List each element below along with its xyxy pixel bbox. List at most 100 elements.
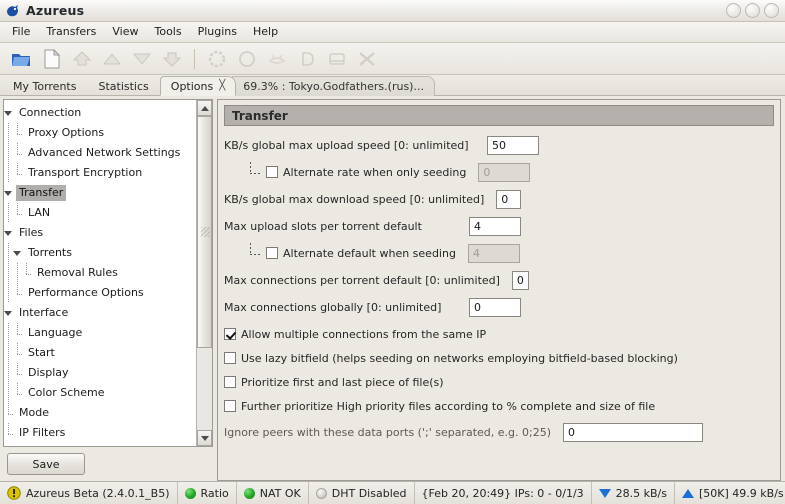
host-icon[interactable] bbox=[325, 47, 349, 71]
tree-item-language[interactable]: Language bbox=[4, 322, 196, 343]
field-alt-slots-default: Alternate default when seeding 4 bbox=[224, 243, 774, 263]
window-controls bbox=[726, 3, 779, 18]
move-down-icon[interactable] bbox=[130, 47, 154, 71]
field-max-upload-slots: Max upload slots per torrent default 4 bbox=[224, 216, 774, 236]
scrollbar-track[interactable] bbox=[197, 116, 212, 430]
field-max-connections-torrent: Max connections per torrent default [0: … bbox=[224, 270, 774, 290]
chevron-down-icon[interactable] bbox=[4, 189, 13, 198]
tree-scrollbar[interactable] bbox=[196, 100, 212, 446]
title-bar: Azureus bbox=[0, 0, 785, 22]
tree-item-label: Display bbox=[28, 366, 69, 379]
status-dht[interactable]: DHT Disabled bbox=[309, 482, 415, 504]
toolbar bbox=[0, 43, 785, 75]
tab-my-torrents[interactable]: My Torrents bbox=[2, 76, 87, 96]
publish-icon[interactable] bbox=[355, 47, 379, 71]
tree-item-label: Plugins bbox=[16, 445, 61, 446]
option-label: Further prioritize High priority files a… bbox=[241, 399, 656, 413]
scroll-down-icon[interactable] bbox=[197, 430, 212, 446]
minimize-button[interactable] bbox=[726, 3, 741, 18]
close-button[interactable] bbox=[764, 3, 779, 18]
max-upload-slots-input[interactable]: 4 bbox=[469, 216, 521, 236]
tree-elbow-icon bbox=[4, 422, 14, 438]
run-icon[interactable] bbox=[205, 47, 229, 71]
tree-item-mode[interactable]: Mode bbox=[4, 402, 196, 423]
tree-item-proxy-options[interactable]: Proxy Options bbox=[4, 122, 196, 143]
chevron-down-icon[interactable] bbox=[4, 109, 13, 118]
further-prioritize-checkbox[interactable] bbox=[224, 400, 236, 412]
alt-upload-rate-checkbox[interactable] bbox=[266, 166, 278, 178]
tree-item-label: Mode bbox=[19, 406, 49, 419]
move-top-icon[interactable] bbox=[70, 47, 94, 71]
tree-item-display[interactable]: Display bbox=[4, 362, 196, 383]
tree-item-start[interactable]: Start bbox=[4, 342, 196, 363]
menu-tools[interactable]: Tools bbox=[147, 23, 190, 41]
tree-item-performance-options[interactable]: Performance Options bbox=[4, 282, 196, 303]
new-torrent-icon[interactable] bbox=[40, 47, 64, 71]
max-connections-global-input[interactable]: 0 bbox=[469, 297, 521, 317]
status-ips: {Feb 20, 20:49} IPs: 0 - 0/1/3 bbox=[415, 482, 592, 504]
close-tab-icon[interactable]: ╳ bbox=[219, 81, 225, 91]
option-prioritize-first-last[interactable]: Prioritize first and last piece of file(… bbox=[224, 372, 774, 392]
save-button[interactable]: Save bbox=[7, 453, 85, 475]
chevron-down-icon[interactable] bbox=[4, 229, 13, 238]
option-allow-multiple-connections[interactable]: Allow multiple connections from the same… bbox=[224, 324, 774, 344]
chevron-down-icon[interactable] bbox=[4, 309, 13, 318]
tree-item-removal-rules[interactable]: Removal Rules bbox=[4, 262, 196, 283]
move-up-icon[interactable] bbox=[100, 47, 124, 71]
maximize-button[interactable] bbox=[745, 3, 760, 18]
option-lazy-bitfield[interactable]: Use lazy bitfield (helps seeding on netw… bbox=[224, 348, 774, 368]
tab-label: Statistics bbox=[98, 80, 149, 93]
menu-help[interactable]: Help bbox=[245, 23, 286, 41]
tree-item-plugins[interactable]: Plugins bbox=[4, 443, 196, 446]
status-ratio[interactable]: Ratio bbox=[178, 482, 237, 504]
tree-item-torrents[interactable]: Torrents bbox=[4, 243, 196, 263]
status-upload-rate[interactable]: [50K] 49.9 kB/s bbox=[675, 482, 785, 504]
tab-options[interactable]: Options ╳ bbox=[159, 76, 237, 96]
menu-plugins[interactable]: Plugins bbox=[190, 23, 245, 41]
main-body: Connection Proxy Options Advanced Network … bbox=[0, 96, 785, 481]
tree-item-color-scheme[interactable]: Color Scheme bbox=[4, 382, 196, 403]
tab-torrent-progress[interactable]: 69.3% : Tokyo.Godfathers.(rus)... bbox=[232, 76, 435, 96]
options-tree[interactable]: Connection Proxy Options Advanced Network … bbox=[4, 100, 196, 446]
tree-item-files[interactable]: Files bbox=[4, 223, 196, 243]
scrollbar-thumb[interactable] bbox=[197, 116, 212, 349]
max-download-speed-input[interactable]: 0 bbox=[496, 189, 521, 209]
tree-item-advanced-network-settings[interactable]: Advanced Network Settings bbox=[4, 142, 196, 163]
status-download-rate[interactable]: 28.5 kB/s bbox=[592, 482, 675, 504]
nat-label: NAT OK bbox=[259, 486, 301, 500]
tree-elbow-icon bbox=[248, 162, 262, 179]
tree-item-lan[interactable]: LAN bbox=[4, 202, 196, 223]
allow-multiple-connections-checkbox[interactable] bbox=[224, 328, 236, 340]
status-nat[interactable]: NAT OK bbox=[237, 482, 309, 504]
open-torrent-icon[interactable] bbox=[10, 47, 34, 71]
tree-item-interface[interactable]: Interface bbox=[4, 303, 196, 323]
alt-slots-checkbox[interactable] bbox=[266, 247, 278, 259]
option-further-prioritize[interactable]: Further prioritize High priority files a… bbox=[224, 396, 774, 416]
option-label: Use lazy bitfield (helps seeding on netw… bbox=[241, 351, 678, 365]
remove-icon[interactable] bbox=[265, 47, 289, 71]
tree-item-ip-filters[interactable]: IP Filters bbox=[4, 422, 196, 443]
chevron-down-icon[interactable] bbox=[13, 249, 22, 258]
menu-bar: File Transfers View Tools Plugins Help bbox=[0, 22, 785, 43]
menu-transfers[interactable]: Transfers bbox=[38, 23, 104, 41]
max-upload-speed-input[interactable]: 50 bbox=[487, 135, 539, 155]
scroll-up-icon[interactable] bbox=[197, 100, 212, 116]
start-icon[interactable] bbox=[295, 47, 319, 71]
menu-view[interactable]: View bbox=[104, 23, 146, 41]
tree-item-label: Files bbox=[19, 226, 44, 239]
menu-file[interactable]: File bbox=[4, 23, 38, 41]
prioritize-first-last-checkbox[interactable] bbox=[224, 376, 236, 388]
field-max-upload-speed: KB/s global max upload speed [0: unlimit… bbox=[224, 135, 774, 155]
stop-icon[interactable] bbox=[235, 47, 259, 71]
tree-item-connection[interactable]: Connection bbox=[4, 103, 196, 123]
tree-item-label: Proxy Options bbox=[28, 126, 105, 139]
lazy-bitfield-checkbox[interactable] bbox=[224, 352, 236, 364]
dht-status-icon bbox=[315, 487, 327, 499]
tab-statistics[interactable]: Statistics bbox=[87, 76, 159, 96]
tree-item-transfer[interactable]: Transfer bbox=[4, 183, 196, 203]
move-bottom-icon[interactable] bbox=[160, 47, 184, 71]
ignore-ports-input[interactable]: 0 bbox=[563, 422, 703, 442]
nat-status-icon bbox=[243, 487, 255, 499]
max-connections-torrent-input[interactable]: 0 bbox=[511, 270, 529, 290]
tree-item-transport-encryption[interactable]: Transport Encryption bbox=[4, 162, 196, 183]
